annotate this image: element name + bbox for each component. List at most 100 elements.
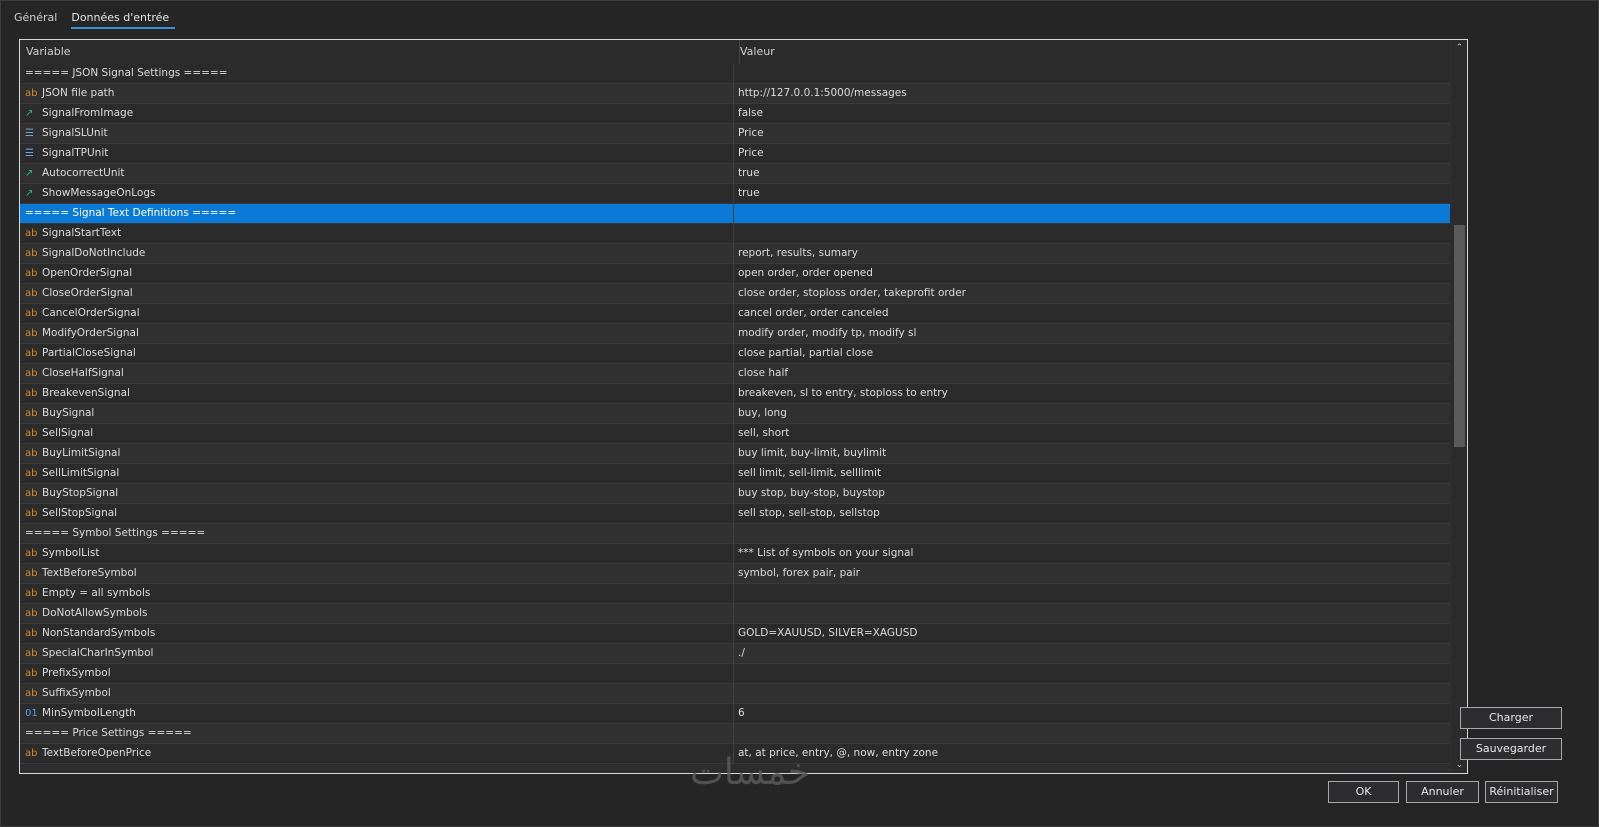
value-cell[interactable]: ./ (734, 644, 1448, 663)
variable-cell[interactable]: ↗ SignalFromImage (20, 104, 734, 123)
ok-button[interactable]: OK (1328, 781, 1399, 803)
value-cell[interactable]: open order, order opened (734, 264, 1448, 283)
variable-cell[interactable]: ab SpecialCharInSymbol (20, 644, 734, 663)
table-row[interactable]: ab SymbolList *** List of symbols on your … (20, 544, 1450, 564)
tab-input-data[interactable]: Données d'entrée (71, 9, 176, 29)
save-button[interactable]: Sauvegarder (1460, 738, 1562, 760)
value-cell[interactable]: true (734, 164, 1448, 183)
column-header-variable[interactable]: Variable (20, 40, 740, 64)
variable-cell[interactable]: ===== JSON Signal Settings ===== (20, 64, 734, 83)
table-row[interactable]: ab BuyLimitSignal buy limit, buy-limit, bu… (20, 444, 1450, 464)
value-cell[interactable]: breakeven, sl to entry, stoploss to entr… (734, 384, 1448, 403)
value-cell[interactable] (734, 664, 1448, 683)
table-row[interactable]: ☰ SignalTPUnit Price (20, 144, 1450, 164)
variable-cell[interactable]: ab TextBeforeSymbol (20, 564, 734, 583)
table-row[interactable]: ===== Price Settings ===== (20, 724, 1450, 744)
variable-cell[interactable]: ab SignalDoNotInclude (20, 244, 734, 263)
variable-cell[interactable]: ab NonStandardSymbols (20, 624, 734, 643)
table-row[interactable]: ab SellStopSignal sell stop, sell-stop, se… (20, 504, 1450, 524)
variable-cell[interactable]: ab SellSignal (20, 424, 734, 443)
variable-cell[interactable]: ab CloseOrderSignal (20, 284, 734, 303)
value-cell[interactable]: close partial, partial close (734, 344, 1448, 363)
table-row[interactable]: ↗ SignalFromImage false (20, 104, 1450, 124)
value-cell[interactable] (734, 224, 1448, 243)
tab-general[interactable]: Général (14, 9, 63, 29)
variable-cell[interactable]: ab ModifyOrderSignal (20, 324, 734, 343)
value-cell[interactable]: GOLD=XAUUSD, SILVER=XAGUSD (734, 624, 1448, 643)
table-row[interactable]: ab NonStandardSymbols GOLD=XAUUSD, SILVER=… (20, 624, 1450, 644)
value-cell[interactable]: buy stop, buy-stop, buystop (734, 484, 1448, 503)
value-cell[interactable]: http://127.0.0.1:5000/messages (734, 84, 1448, 103)
variable-cell[interactable]: ab BuySignal (20, 404, 734, 423)
table-row[interactable]: ab SignalDoNotInclude report, results, sum… (20, 244, 1450, 264)
table-row[interactable]: ab JSON file path http://127.0.0.1:5000/me… (20, 84, 1450, 104)
value-cell[interactable]: Price (734, 144, 1448, 163)
table-row[interactable]: ab SuffixSymbol (20, 684, 1450, 704)
variable-cell[interactable]: ab TextBeforeOpenPrice (20, 744, 734, 763)
variable-cell[interactable]: ab BuyLimitSignal (20, 444, 734, 463)
table-row[interactable]: ab SpecialCharInSymbol ./ (20, 644, 1450, 664)
variable-cell[interactable]: ab SymbolList (20, 544, 734, 563)
table-row[interactable]: ↗ AutocorrectUnit true (20, 164, 1450, 184)
table-row[interactable]: ab ModifyOrderSignal modify order, modify … (20, 324, 1450, 344)
variable-cell[interactable]: ab CancelOrderSignal (20, 304, 734, 323)
variable-cell[interactable]: ab BreakevenSignal (20, 384, 734, 403)
table-row[interactable]: ab BreakevenSignal breakeven, sl to entry,… (20, 384, 1450, 404)
variable-cell[interactable]: 01 MinSymbolLength (20, 704, 734, 723)
variable-cell[interactable]: ☰ SignalSLUnit (20, 124, 734, 143)
variable-cell[interactable]: ab BuyStopSignal (20, 484, 734, 503)
table-row[interactable]: ab PartialCloseSignal close partial, parti… (20, 344, 1450, 364)
variable-cell[interactable]: ab DoNotAllowSymbols (20, 604, 734, 623)
value-cell[interactable]: true (734, 184, 1448, 203)
variable-cell[interactable]: ab SellLimitSignal (20, 464, 734, 483)
scroll-up-icon[interactable]: ⌃ (1452, 40, 1467, 56)
variable-cell[interactable]: ☰ SignalTPUnit (20, 144, 734, 163)
value-cell[interactable] (734, 724, 1448, 743)
value-cell[interactable]: sell stop, sell-stop, sellstop (734, 504, 1448, 523)
table-row[interactable]: ab DoNotAllowSymbols (20, 604, 1450, 624)
value-cell[interactable]: cancel order, order canceled (734, 304, 1448, 323)
value-cell[interactable]: 6 (734, 704, 1448, 723)
value-cell[interactable]: Price (734, 124, 1448, 143)
value-cell[interactable]: close half (734, 364, 1448, 383)
table-row[interactable]: ↗ ShowMessageOnLogs true (20, 184, 1450, 204)
table-row[interactable]: ab BuySignal buy, long (20, 404, 1450, 424)
value-cell[interactable]: at, at price, entry, @, now, entry zone (734, 744, 1448, 763)
value-cell[interactable] (734, 684, 1448, 703)
table-row[interactable]: ☰ SignalSLUnit Price (20, 124, 1450, 144)
table-row[interactable]: ===== Signal Text Definitions ===== (20, 204, 1450, 224)
variable-cell[interactable]: ab Empty = all symbols (20, 584, 734, 603)
load-button[interactable]: Charger (1460, 707, 1562, 729)
table-row[interactable]: ab TextBeforeSymbol symbol, forex pair, pa… (20, 564, 1450, 584)
cancel-button[interactable]: Annuler (1406, 781, 1479, 803)
table-row[interactable]: ab CloseOrderSignal close order, stoploss … (20, 284, 1450, 304)
variable-cell[interactable]: ab OpenOrderSignal (20, 264, 734, 283)
variable-cell[interactable]: ===== Symbol Settings ===== (20, 524, 734, 543)
value-cell[interactable]: buy, long (734, 404, 1448, 423)
table-row[interactable]: ab SignalStartText (20, 224, 1450, 244)
table-row[interactable]: ===== Symbol Settings ===== (20, 524, 1450, 544)
variable-cell[interactable]: ab SellStopSignal (20, 504, 734, 523)
value-cell[interactable]: sell limit, sell-limit, selllimit (734, 464, 1448, 483)
table-row[interactable]: 01 MinSymbolLength 6 (20, 704, 1450, 724)
value-cell[interactable] (734, 524, 1448, 543)
table-row[interactable]: ab Empty = all symbols (20, 584, 1450, 604)
variable-cell[interactable]: ab CloseHalfSignal (20, 364, 734, 383)
table-row[interactable]: ab CancelOrderSignal cancel order, order c… (20, 304, 1450, 324)
value-cell[interactable]: buy limit, buy-limit, buylimit (734, 444, 1448, 463)
value-cell[interactable]: report, results, sumary (734, 244, 1448, 263)
variable-cell[interactable]: ab JSON file path (20, 84, 734, 103)
value-cell[interactable]: modify order, modify tp, modify sl (734, 324, 1448, 343)
table-row[interactable]: ab SellSignal sell, short (20, 424, 1450, 444)
variable-cell[interactable]: ↗ AutocorrectUnit (20, 164, 734, 183)
value-cell[interactable]: *** List of symbols on your signal (734, 544, 1448, 563)
variable-cell[interactable]: ab PrefixSymbol (20, 664, 734, 683)
reset-button[interactable]: Réinitialiser (1485, 781, 1558, 803)
value-cell[interactable] (734, 584, 1448, 603)
table-row[interactable]: ab SellLimitSignal sell limit, sell-limit,… (20, 464, 1450, 484)
scroll-thumb[interactable] (1454, 225, 1465, 447)
table-row[interactable]: ab CloseHalfSignal close half (20, 364, 1450, 384)
table-row[interactable]: ab BuyStopSignal buy stop, buy-stop, buyst… (20, 484, 1450, 504)
value-cell[interactable] (734, 64, 1448, 83)
column-header-value[interactable]: Valeur (734, 40, 1456, 64)
